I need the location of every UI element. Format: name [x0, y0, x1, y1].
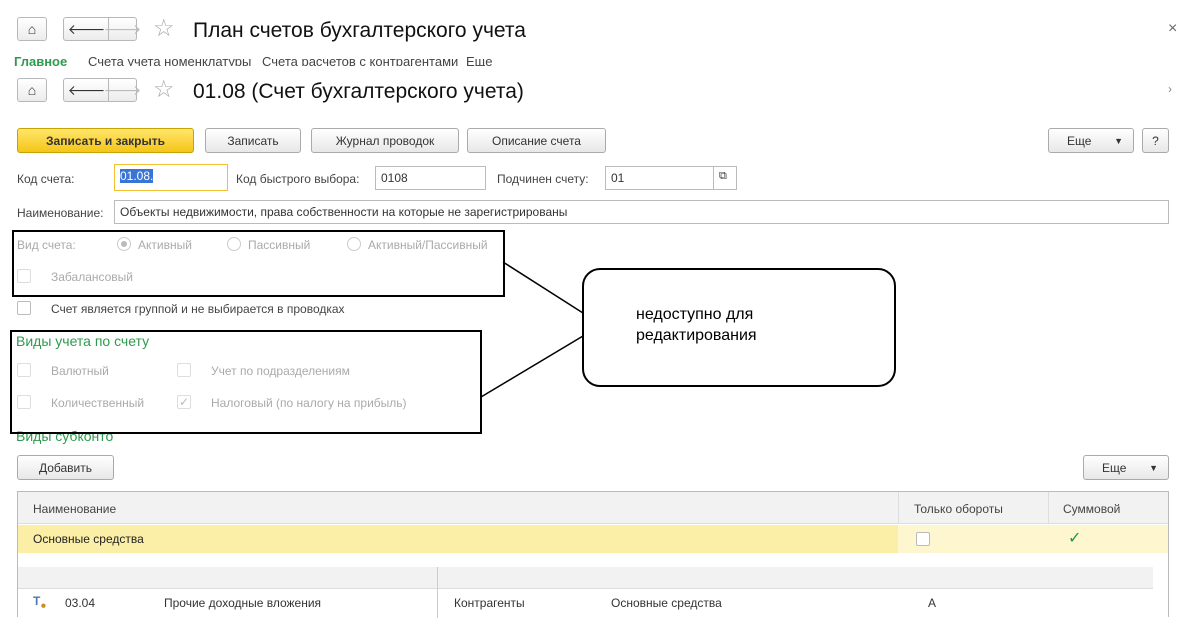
- callout-bubble: недоступно для редактирования: [582, 268, 896, 387]
- callout-text: недоступно для редактирования: [636, 306, 757, 344]
